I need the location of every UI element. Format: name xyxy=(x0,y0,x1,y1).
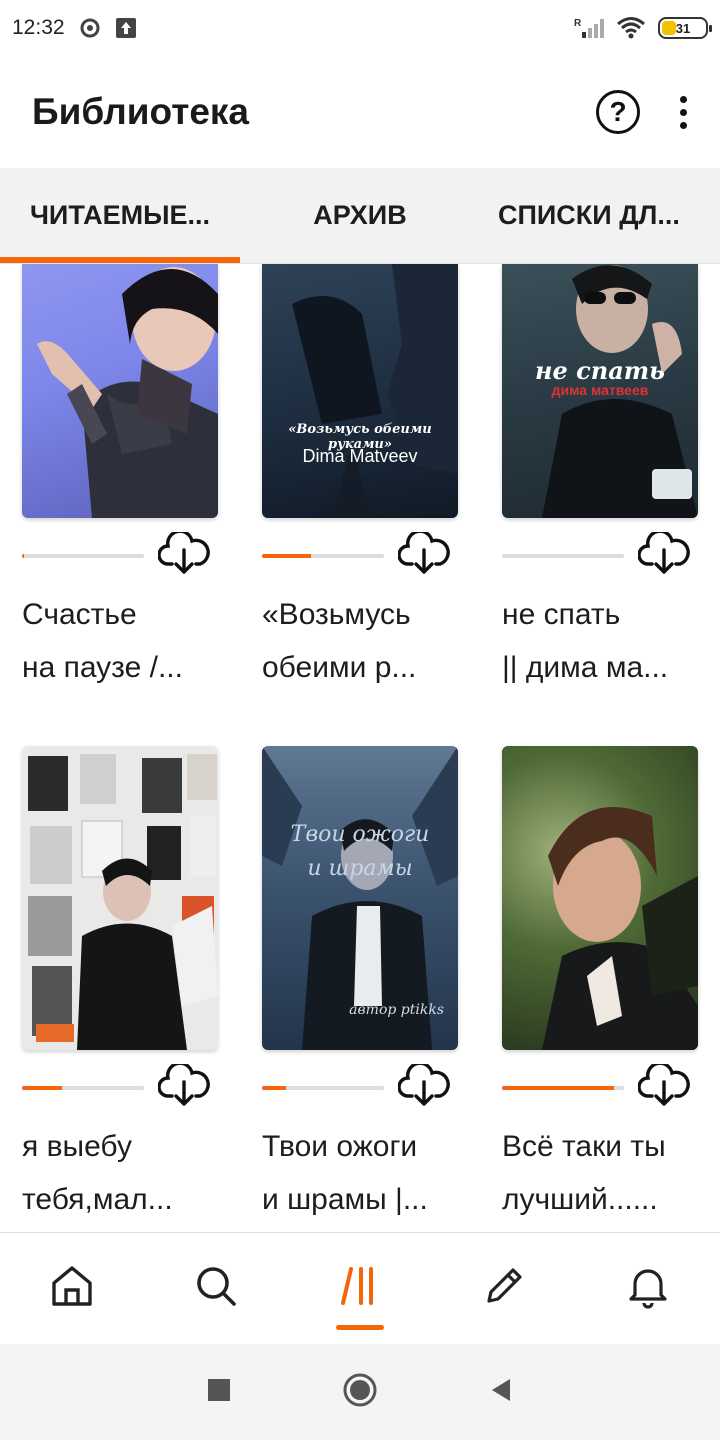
book-title-line: я выебу xyxy=(22,1130,132,1163)
book-title-line: «Возьмусь xyxy=(262,598,411,631)
book-title-line: не спать xyxy=(502,598,621,631)
tab-label: АРХИВ xyxy=(313,200,407,230)
book-cover[interactable]: Твои ожоги и шрамы автор ptikks xyxy=(262,746,458,1050)
back-button[interactable] xyxy=(488,1377,514,1408)
book-card[interactable]: Счастье на паузе /... xyxy=(22,264,218,694)
book-cover[interactable] xyxy=(22,264,218,518)
bottom-navigation xyxy=(0,1232,720,1344)
tab-reading[interactable]: ЧИТАЕМЫЕ... xyxy=(0,168,240,263)
download-icon[interactable] xyxy=(397,1061,450,1108)
book-card[interactable]: «Возьмусь обеими руками» Dima Matveev «В… xyxy=(262,264,458,694)
help-button[interactable]: ? xyxy=(596,90,640,134)
cover-author: автор ptikks xyxy=(349,1002,444,1018)
download-icon[interactable] xyxy=(157,1061,210,1108)
home-system-button[interactable] xyxy=(342,1372,378,1413)
reading-progress xyxy=(262,1086,384,1090)
book-title-line: Всё таки ты xyxy=(502,1130,666,1163)
book-card[interactable]: Твои ожоги и шрамы автор ptikks Твои ожо… xyxy=(262,746,458,1226)
cover-title: не спать xyxy=(535,356,665,385)
library-tabs: ЧИТАЕМЫЕ... АРХИВ СПИСКИ ДЛ... xyxy=(0,168,720,264)
library-grid: Счастье на паузе /... «Возьмусь обеими р… xyxy=(0,264,720,1232)
book-title-line: Твои ожоги xyxy=(262,1130,418,1163)
battery-level: 31 xyxy=(675,20,691,36)
nav-write[interactable] xyxy=(432,1233,576,1344)
write-icon xyxy=(481,1263,527,1314)
status-time: 12:32 xyxy=(12,16,65,39)
book-title-line: лучший...... xyxy=(502,1183,658,1216)
help-icon: ? xyxy=(609,96,627,127)
more-options-button[interactable] xyxy=(678,95,688,129)
book-title-line: на паузе /... xyxy=(22,651,183,684)
home-icon xyxy=(49,1263,95,1314)
download-icon[interactable] xyxy=(637,1061,690,1108)
cover-author: дима матвеев xyxy=(551,382,649,398)
nav-library[interactable] xyxy=(288,1233,432,1344)
reading-progress xyxy=(262,554,384,558)
upload-icon xyxy=(115,17,137,39)
tab-archive[interactable]: АРХИВ xyxy=(240,168,480,263)
status-bar: 12:32 R 31 xyxy=(0,0,720,56)
book-cover[interactable] xyxy=(502,746,698,1050)
search-icon xyxy=(193,1263,239,1314)
nav-search[interactable] xyxy=(144,1233,288,1344)
book-title-line: Счастье xyxy=(22,598,137,631)
signal-icon: R xyxy=(574,16,604,40)
book-title-line: обеими р... xyxy=(262,651,417,684)
reading-progress xyxy=(22,1086,144,1090)
download-icon[interactable] xyxy=(157,529,210,576)
tab-label: СПИСКИ ДЛ... xyxy=(498,200,680,230)
page-title: Библиотека xyxy=(32,91,249,132)
nav-notifications[interactable] xyxy=(576,1233,720,1344)
book-title-line: и шрамы |... xyxy=(262,1183,428,1216)
book-cover[interactable]: «Возьмусь обеими руками» Dima Matveev xyxy=(262,264,458,518)
notifications-icon xyxy=(625,1263,671,1314)
book-title[interactable]: Твои ожоги и шрамы |... xyxy=(262,1120,458,1226)
tab-label: ЧИТАЕМЫЕ... xyxy=(29,200,211,230)
system-navigation xyxy=(0,1344,720,1440)
nav-home[interactable] xyxy=(0,1233,144,1344)
download-icon[interactable] xyxy=(637,529,690,576)
reading-progress xyxy=(502,554,624,558)
book-cover[interactable] xyxy=(22,746,218,1050)
svg-text:R: R xyxy=(574,18,582,29)
sync-icon xyxy=(79,17,101,39)
book-title[interactable]: не спать || дима ма... xyxy=(502,588,698,694)
recents-button[interactable] xyxy=(206,1377,232,1408)
book-card[interactable]: я выебу тебя,мал... xyxy=(22,746,218,1226)
book-cover[interactable]: не спать дима матвеев xyxy=(502,264,698,518)
tab-reading-lists[interactable]: СПИСКИ ДЛ... xyxy=(480,168,720,263)
book-card[interactable]: не спать дима матвеев не спать || дима м… xyxy=(502,264,698,694)
book-title[interactable]: я выебу тебя,мал... xyxy=(22,1120,218,1226)
cover-title: Твои ожоги xyxy=(290,822,430,847)
book-title[interactable]: Всё таки ты лучший...... xyxy=(502,1120,698,1226)
battery-icon: 31 xyxy=(658,17,712,39)
book-title[interactable]: Счастье на паузе /... xyxy=(22,588,218,694)
book-title-line: тебя,мал... xyxy=(22,1183,173,1216)
book-title[interactable]: «Возьмусь обеими р... xyxy=(262,588,458,694)
cover-subtitle: и шрамы xyxy=(307,856,413,881)
cover-author: Dima Matveev xyxy=(302,446,418,466)
library-icon xyxy=(337,1263,383,1314)
reading-progress xyxy=(502,1086,624,1090)
book-card[interactable]: Всё таки ты лучший...... xyxy=(502,746,698,1226)
reading-progress xyxy=(22,554,144,558)
wifi-icon xyxy=(616,16,646,40)
app-bar: Библиотека ? xyxy=(0,56,720,168)
download-icon[interactable] xyxy=(397,529,450,576)
book-title-line: || дима ма... xyxy=(502,651,669,684)
